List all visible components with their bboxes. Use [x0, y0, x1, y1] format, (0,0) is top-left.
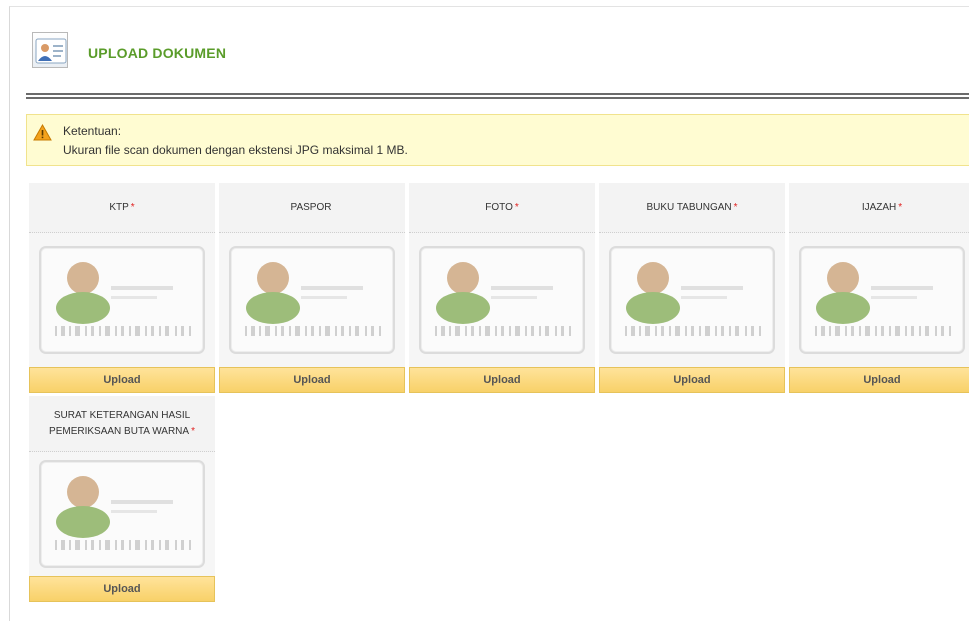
required-marker: * — [733, 201, 738, 213]
required-marker: * — [514, 201, 519, 213]
doc-card-foto: FOTO * Upload — [409, 183, 595, 393]
notice-box: Ketentuan: Ukuran file scan dokumen deng… — [26, 114, 969, 166]
upload-button-surat-keterangan[interactable]: Upload — [29, 576, 215, 602]
required-marker: * — [130, 201, 135, 213]
doc-label: PASPOR — [219, 183, 405, 233]
placeholder-id-card-icon — [39, 246, 205, 354]
notice-title: Ketentuan: — [63, 124, 122, 138]
doc-label: SURAT KETERANGAN HASIL PEMERIKSAAN BUTA … — [29, 396, 215, 452]
doc-preview — [409, 233, 595, 367]
placeholder-id-card-icon — [39, 460, 205, 568]
upload-button-buku-tabungan[interactable]: Upload — [599, 367, 785, 393]
doc-card-buku-tabungan: BUKU TABUNGAN * Upload — [599, 183, 785, 393]
doc-card-ktp: KTP * Upload — [29, 183, 215, 393]
doc-card-ijazah: IJAZAH * Upload — [789, 183, 969, 393]
doc-label: KTP * — [29, 183, 215, 233]
doc-label: IJAZAH * — [789, 183, 969, 233]
doc-preview — [789, 233, 969, 367]
doc-preview — [219, 233, 405, 367]
placeholder-id-card-icon — [799, 246, 965, 354]
notice-text: Ukuran file scan dokumen dengan ekstensi… — [63, 143, 408, 157]
header-divider — [26, 93, 969, 95]
doc-label: FOTO * — [409, 183, 595, 233]
placeholder-id-card-icon — [229, 246, 395, 354]
page-title: UPLOAD DOKUMEN — [88, 45, 227, 61]
id-card-icon — [32, 32, 68, 68]
doc-preview — [29, 233, 215, 367]
doc-preview — [599, 233, 785, 367]
upload-button-paspor[interactable]: Upload — [219, 367, 405, 393]
doc-card-surat-keterangan-buta-warna: SURAT KETERANGAN HASIL PEMERIKSAAN BUTA … — [29, 396, 215, 602]
upload-button-ijazah[interactable]: Upload — [789, 367, 969, 393]
doc-preview — [29, 452, 215, 576]
doc-label: BUKU TABUNGAN * — [599, 183, 785, 233]
placeholder-id-card-icon — [419, 246, 585, 354]
doc-card-paspor: PASPOR Upload — [219, 183, 405, 393]
upload-button-ktp[interactable]: Upload — [29, 367, 215, 393]
placeholder-id-card-icon — [609, 246, 775, 354]
upload-button-foto[interactable]: Upload — [409, 367, 595, 393]
warning-icon — [33, 123, 52, 141]
required-marker: * — [898, 201, 903, 213]
required-marker: * — [191, 425, 195, 437]
